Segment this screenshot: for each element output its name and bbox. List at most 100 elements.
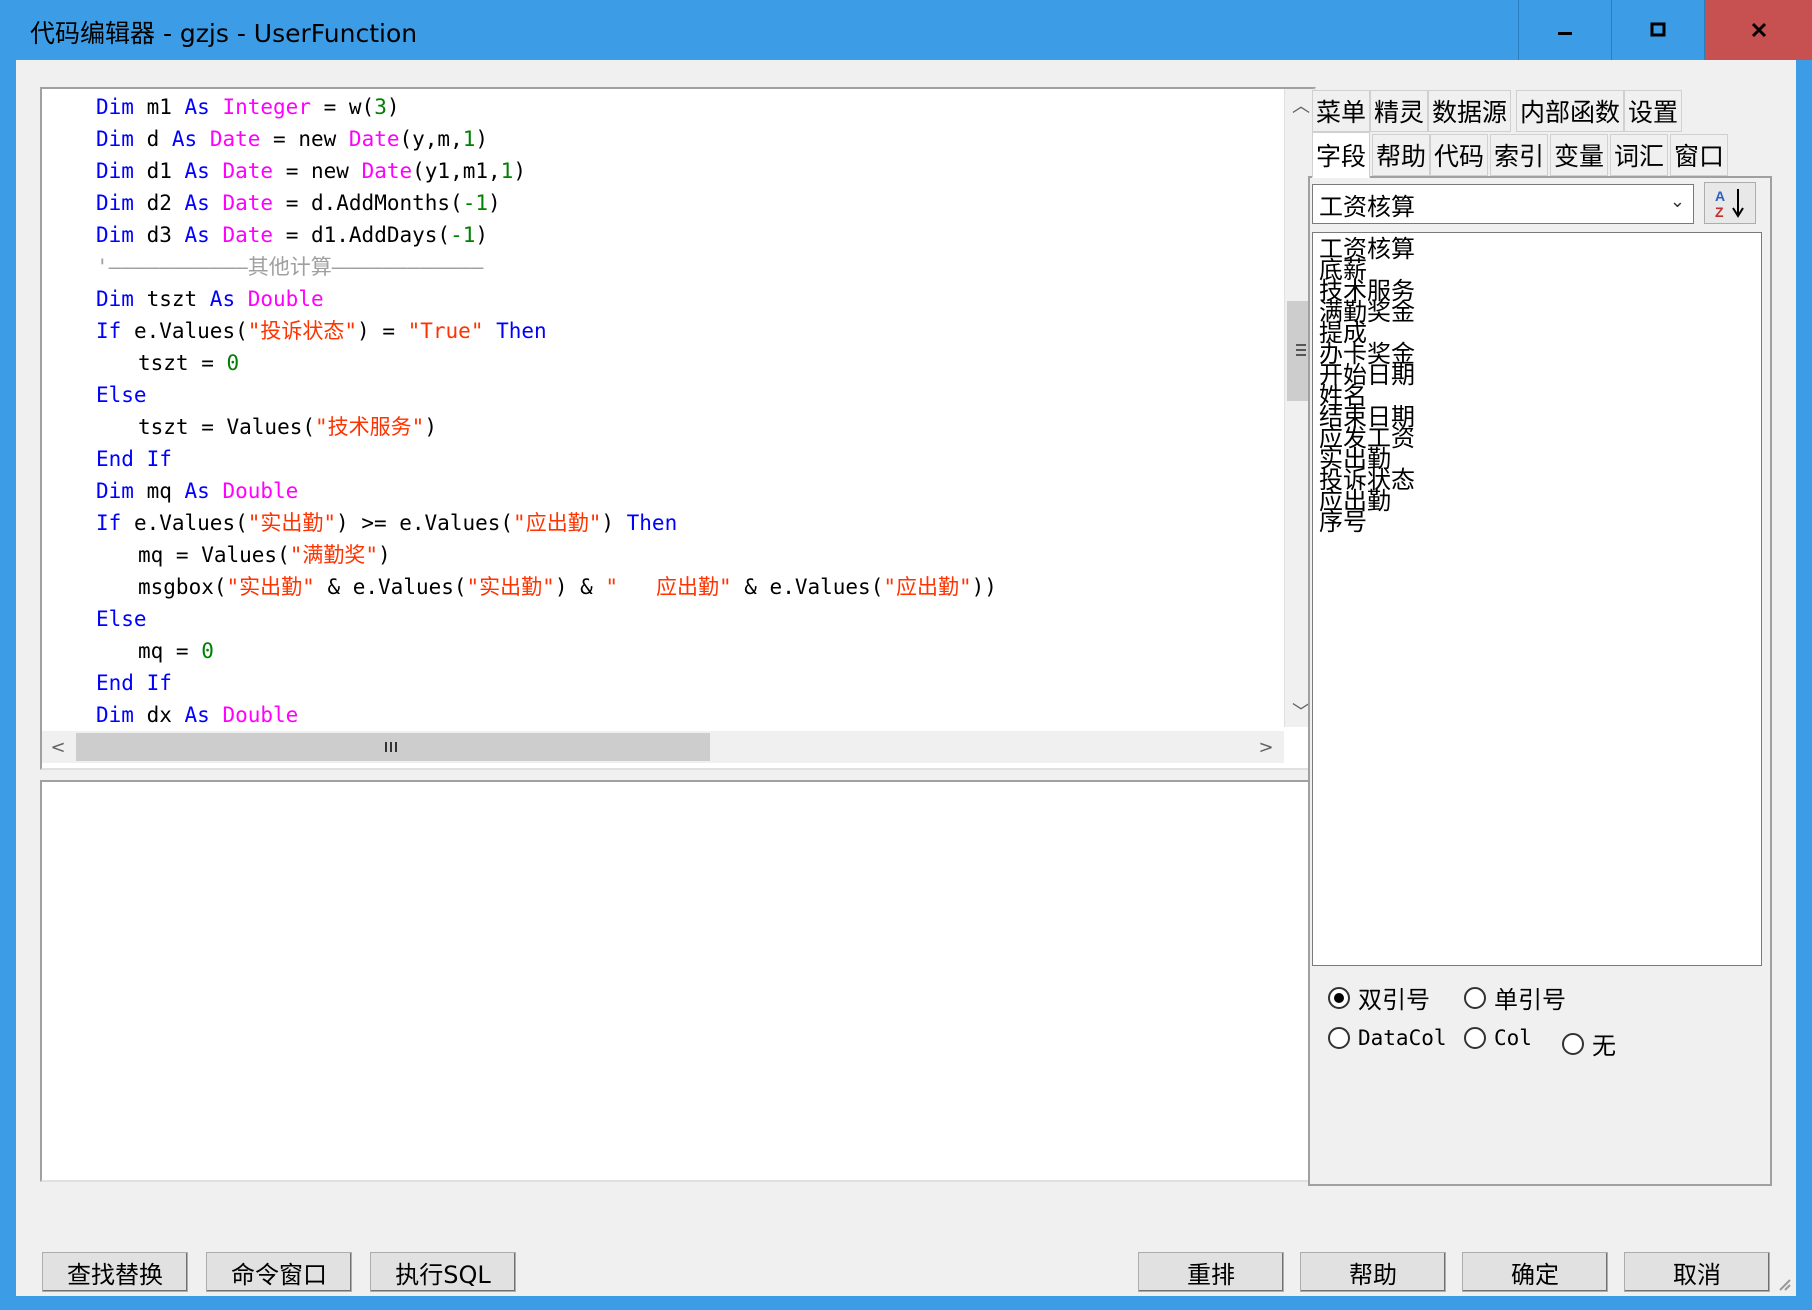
title-bar[interactable]: 代码编辑器 - gzjs - UserFunction [0, 0, 1812, 60]
tab-code[interactable]: 代码 [1430, 134, 1489, 176]
code-token: 1 [462, 127, 476, 151]
field-list-item[interactable]: 应出勤 [1313, 489, 1761, 513]
code-line: tszt = Values("技术服务") [138, 411, 437, 443]
minimize-icon [1557, 32, 1572, 35]
output-pane[interactable] [40, 780, 1316, 1182]
field-list-item[interactable]: 开始日期 [1313, 363, 1761, 387]
code-token: ) [513, 159, 526, 183]
code-token: 0 [226, 351, 240, 375]
cancel-button[interactable]: 取消 [1624, 1252, 1770, 1292]
code-token: ) >= e.Values( [336, 511, 514, 535]
code-token: As [209, 287, 236, 311]
tab-fields[interactable]: 字段 [1312, 132, 1371, 178]
code-line: If e.Values("投诉状态") = "True" Then [96, 315, 547, 347]
horizontal-scrollbar[interactable]: < > [42, 731, 1284, 763]
table-select-value: 工资核算 [1319, 192, 1415, 221]
code-line: tszt = 0 [138, 347, 239, 379]
code-token: "实出勤" [466, 575, 555, 599]
code-token: mq = Values( [138, 543, 290, 567]
code-token: e.Values( [121, 319, 248, 343]
code-token: tszt = [138, 351, 227, 375]
close-icon [1751, 22, 1766, 38]
code-token: tszt [133, 287, 210, 311]
field-list-item[interactable]: 满勤奖金 [1313, 300, 1761, 324]
sort-button[interactable]: A Z [1704, 182, 1756, 224]
chevron-down-icon: ⌄ [1669, 191, 1685, 212]
field-list-item[interactable]: 序号 [1313, 510, 1761, 534]
field-list-item[interactable]: 工资核算 [1313, 237, 1761, 261]
code-token: Date [222, 159, 274, 183]
code-line: Dim mq As Double [96, 475, 298, 507]
field-list[interactable]: 工资核算 底薪 技术服务 满勤奖金 提成 办卡奖金 开始日期 姓名 结束日期 应发工资 实出勤 投诉状… [1312, 232, 1762, 966]
maximize-button[interactable] [1611, 0, 1703, 60]
code-line: End If [96, 667, 172, 699]
code-token: Date [361, 159, 413, 183]
radio-col[interactable]: Col [1464, 1026, 1532, 1050]
code-editor[interactable]: Dim m1 As Integer = w(3) Dim d As Date = … [40, 87, 1316, 770]
code-token: 0 [201, 639, 214, 663]
maximize-icon [1650, 22, 1665, 37]
code-line: Else [96, 603, 147, 635]
command-window-button[interactable]: 命令窗口 [206, 1252, 352, 1292]
code-line: mq = 0 [138, 635, 214, 667]
code-token: (y,m, [399, 127, 463, 151]
execute-sql-button[interactable]: 执行SQL [370, 1252, 516, 1292]
find-replace-button[interactable]: 查找替换 [42, 1252, 188, 1292]
tab-window[interactable]: 窗口 [1670, 134, 1729, 176]
svg-text:A: A [1715, 188, 1725, 204]
horizontal-scroll-thumb[interactable] [76, 733, 710, 761]
code-token: Dim [96, 223, 134, 247]
radio-double-quote[interactable]: 双引号 [1328, 980, 1430, 1015]
client-area: Dim m1 As Integer = w(3) Dim d As Date = … [16, 60, 1796, 1296]
code-token: If [96, 319, 122, 343]
radio-label: Col [1494, 1026, 1532, 1050]
code-token: = new [260, 127, 349, 151]
tab-menu[interactable]: 菜单 [1312, 90, 1371, 132]
code-token: "True" [407, 319, 484, 343]
ok-button[interactable]: 确定 [1462, 1252, 1608, 1292]
code-token: Dim [96, 95, 134, 119]
code-text-area[interactable]: Dim m1 As Integer = w(3) Dim d As Date = … [42, 89, 1260, 727]
tab-datasource[interactable]: 数据源 [1428, 90, 1512, 132]
table-select[interactable]: 工资核算 ⌄ [1312, 184, 1694, 224]
tab-index[interactable]: 索引 [1490, 134, 1549, 176]
code-token: Dim [96, 127, 134, 151]
scroll-left-arrow-icon[interactable]: < [42, 731, 74, 763]
minimize-button[interactable] [1518, 0, 1610, 60]
code-token: End If [96, 671, 172, 695]
code-token: ) [488, 191, 501, 215]
code-token: Then [496, 319, 547, 343]
radio-none[interactable]: 无 [1562, 1026, 1616, 1061]
resize-grip-icon[interactable] [1776, 1276, 1792, 1292]
scroll-right-arrow-icon[interactable]: > [1250, 731, 1282, 763]
code-token: '———————————其他计算———————————— [96, 255, 484, 279]
close-button[interactable] [1704, 0, 1812, 60]
code-token: As [184, 703, 210, 727]
tab-settings[interactable]: 设置 [1624, 90, 1683, 132]
code-token: 1 [500, 159, 514, 183]
code-token: As [184, 95, 210, 119]
rearrange-button[interactable]: 重排 [1138, 1252, 1284, 1292]
code-token: Dim [96, 287, 134, 311]
code-token: "实出勤" [247, 511, 337, 535]
code-token: -1 [450, 223, 476, 247]
tab-variables[interactable]: 变量 [1550, 134, 1609, 176]
radio-single-quote[interactable]: 单引号 [1464, 980, 1566, 1015]
code-editor-window: 代码编辑器 - gzjs - UserFunction Dim m1 As In… [0, 0, 1812, 1310]
radio-unchecked-icon [1328, 1027, 1350, 1049]
radio-datacol[interactable]: DataCol [1328, 1026, 1447, 1050]
tab-help[interactable]: 帮助 [1372, 134, 1431, 176]
code-token: ) [475, 127, 489, 151]
code-token: -1 [462, 191, 488, 215]
code-token: dx [133, 703, 185, 727]
tab-wizard[interactable]: 精灵 [1370, 90, 1429, 132]
code-token: ) [475, 223, 489, 247]
tab-builtin-functions[interactable]: 内部函数 [1516, 90, 1625, 132]
tab-vocabulary[interactable]: 词汇 [1610, 134, 1669, 176]
help-button[interactable]: 帮助 [1300, 1252, 1446, 1292]
code-token: Then [626, 511, 678, 535]
